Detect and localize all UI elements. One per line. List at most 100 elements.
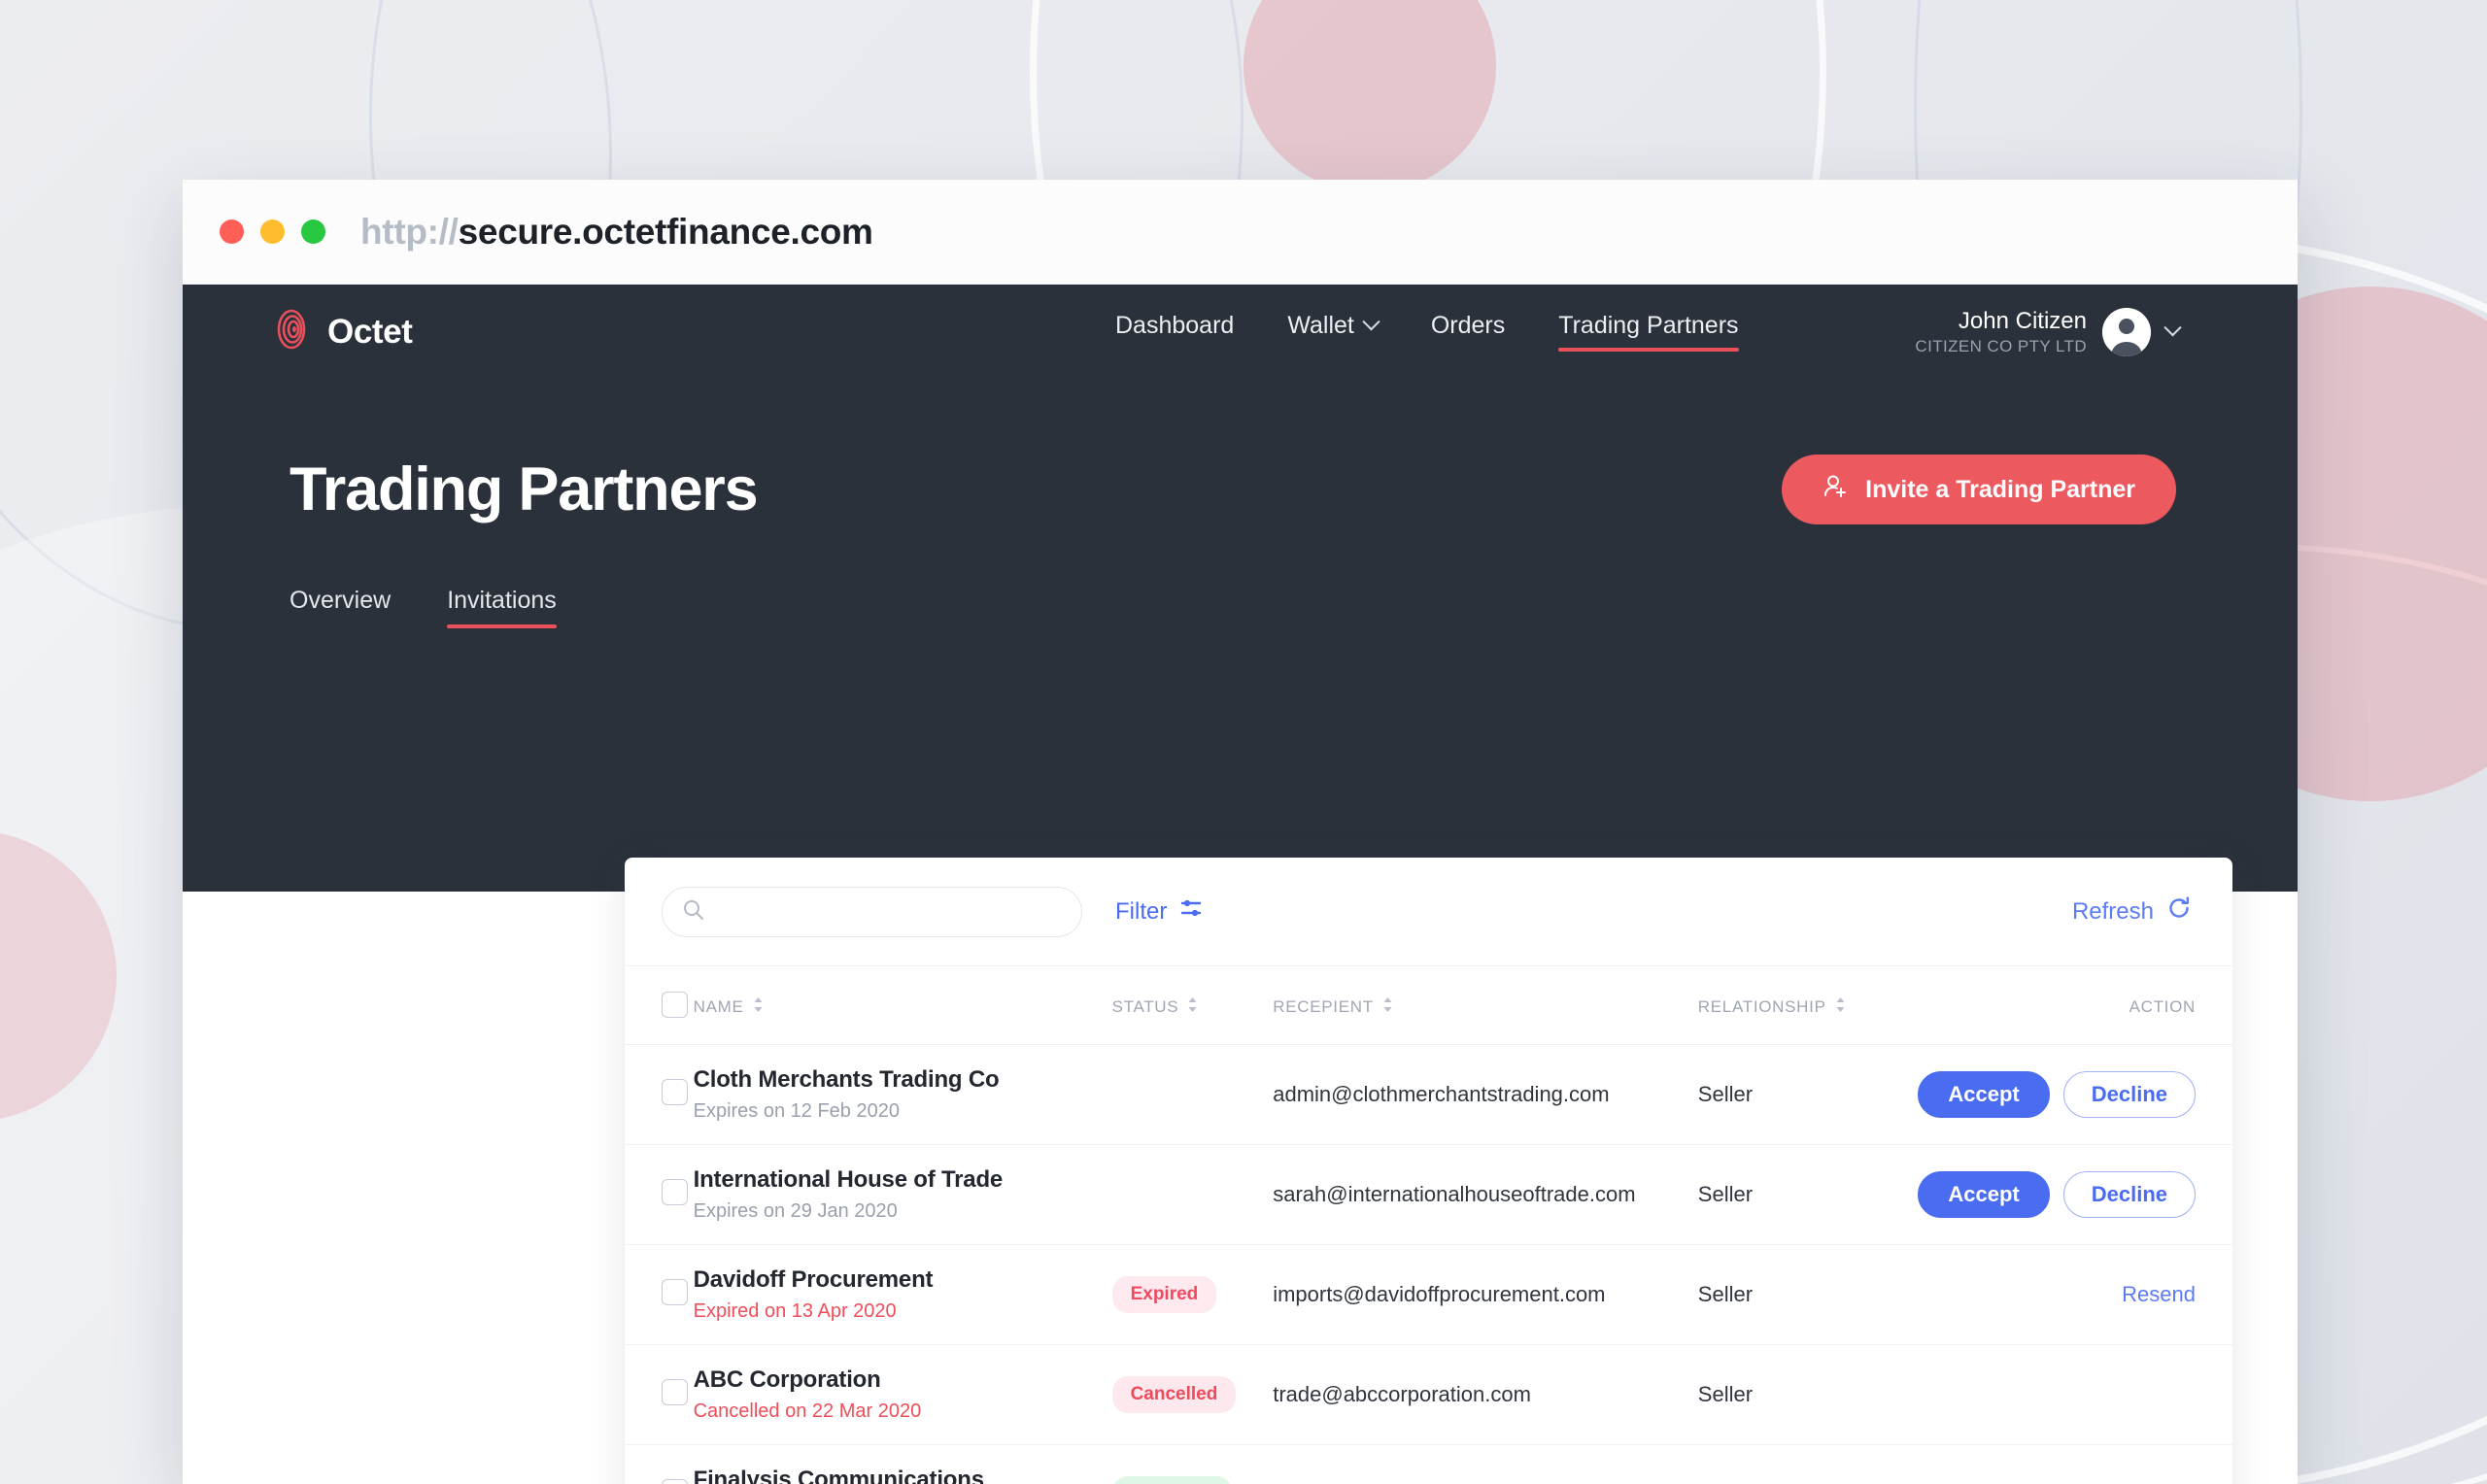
tab-overview-label: Overview [290,587,392,614]
row-checkbox[interactable] [662,1079,688,1105]
row-name-cell: ABC Corporation Cancelled on 22 Mar 2020 [693,1344,1112,1445]
nav-item-dashboard[interactable]: Dashboard [1115,312,1234,352]
avatar[interactable] [2102,307,2151,356]
row-actions: Resend [1918,1282,2196,1307]
partner-subtitle: Cancelled on 22 Mar 2020 [693,1400,922,1422]
row-name-cell: Cloth Merchants Trading Co Expires on 12 … [693,1044,1112,1145]
accept-button[interactable]: Accept [1918,1171,2050,1218]
row-status-cell: Accepted [1111,1444,1274,1484]
sort-icon[interactable] [1382,996,1393,1018]
status-badge: Expired [1111,1276,1217,1313]
url-host: secure.octetfinance.com [458,211,873,252]
tab-invitations[interactable]: Invitations [447,587,557,628]
column-header-recipient[interactable]: RECEPIENT [1273,966,1698,1045]
table-row: ABC Corporation Cancelled on 22 Mar 2020 C… [625,1344,2232,1445]
brand-name: Octet [327,312,413,351]
nav-item-orders[interactable]: Orders [1431,312,1505,352]
tab-overview[interactable]: Overview [290,587,391,628]
decline-button[interactable]: Decline [2062,1171,2196,1218]
partner-name: International House of Trade [693,1166,1004,1193]
row-relationship-cell: Seller [1697,1344,1919,1445]
status-badge: Cancelled [1111,1376,1237,1413]
recipient-email: imports@davidoffprocurement.com [1273,1282,1606,1306]
partner-name: Cloth Merchants Trading Co [693,1066,1000,1093]
search-input[interactable] [716,898,1062,925]
select-all-checkbox[interactable] [662,992,688,1018]
table-row: Finalysis CommunicationsAccepted on 8 Ma… [625,1444,2232,1484]
relationship-value: Seller [1697,1182,1754,1206]
refresh-button[interactable]: Refresh [2072,895,2192,928]
maximize-window-button[interactable] [301,219,325,244]
invitations-card: Filter Refresh NAME STATUS RECEPIENT REL… [625,858,2232,1484]
top-navbar: Octet Dashboard Wallet Orders Trading Pa… [183,285,2298,379]
column-header-status-label: STATUS [1111,997,1179,1016]
sort-icon[interactable] [1835,996,1846,1018]
resend-link[interactable]: Resend [2122,1282,2196,1307]
minimize-window-button[interactable] [260,219,285,244]
table-header-row: NAME STATUS RECEPIENT RELATIONSHIP ACTIO… [625,966,2232,1045]
row-action-cell [1918,1444,2232,1484]
recipient-email: admin@clothmerchantstrading.com [1273,1082,1610,1106]
table-row: International House of Trade Expires on 2… [625,1144,2232,1245]
sort-icon[interactable] [1187,996,1198,1018]
search-icon [682,898,704,926]
octet-spiral-icon [270,308,313,355]
row-select-cell [625,1344,694,1445]
invite-trading-partner-button[interactable]: Invite a Trading Partner [1782,455,2176,524]
refresh-label: Refresh [2071,897,2154,925]
column-header-name-label: NAME [693,997,744,1016]
select-all-header [625,966,694,1045]
relationship-value: Seller [1697,1282,1754,1306]
relationship-value: Seller [1697,1082,1754,1106]
nav-item-dashboard-label: Dashboard [1115,312,1235,339]
partner-subtitle: Expires on 29 Jan 2020 [693,1200,898,1222]
column-header-status[interactable]: STATUS [1112,966,1274,1045]
row-name-cell: International House of Trade Expires on 2… [693,1144,1112,1245]
nav-item-wallet[interactable]: Wallet [1287,312,1380,352]
bg-blob-pink-left [0,830,117,1122]
column-header-relationship[interactable]: RELATIONSHIP [1698,966,1919,1045]
user-menu[interactable]: John Citizen CITIZEN CO PTY LTD [1915,307,2182,356]
filter-button[interactable]: Filter [1115,896,1203,927]
column-header-action-label: ACTION [2129,997,2196,1016]
column-header-relationship-label: RELATIONSHIP [1697,997,1826,1016]
chevron-down-icon [1362,313,1380,331]
accept-button[interactable]: Accept [1918,1071,2050,1118]
nav-item-trading-partners-label: Trading Partners [1558,312,1739,339]
column-header-name[interactable]: NAME [694,966,1112,1045]
row-actions: Accept Decline [1918,1171,2196,1218]
page-title: Trading Partners [290,455,759,523]
browser-window: http://secure.octetfinance.com Octet Das… [183,180,2298,1484]
user-info: John Citizen CITIZEN CO PTY LTD [1915,307,2087,356]
user-menu-chevron-icon[interactable] [2163,319,2182,337]
desktop-background: http://secure.octetfinance.com Octet Das… [0,0,2487,1484]
filter-label: Filter [1115,897,1168,925]
user-organisation: CITIZEN CO PTY LTD [1915,336,2087,355]
column-header-action: ACTION [1918,966,2232,1045]
row-recipient-cell: davesmith@finalisyscommunications.com [1273,1444,1698,1484]
address-bar[interactable]: http://secure.octetfinance.com [360,212,873,253]
row-action-cell: Accept Decline [1918,1044,2232,1145]
partner-name: ABC Corporation [693,1366,881,1393]
add-user-icon [1823,473,1849,506]
search-box[interactable] [662,886,1082,937]
partner-subtitle: Expires on 12 Feb 2020 [693,1100,900,1122]
decline-button[interactable]: Decline [2062,1071,2196,1118]
user-name: John Citizen [1958,307,2087,334]
primary-nav: Dashboard Wallet Orders Trading Partners [1115,312,1739,352]
row-checkbox[interactable] [662,1379,688,1405]
row-select-cell [625,1144,694,1245]
close-window-button[interactable] [220,219,244,244]
relationship-value: Seller [1697,1382,1754,1406]
row-checkbox[interactable] [662,1479,688,1484]
partner-name: Finalysis Communications [693,1467,984,1484]
row-checkbox[interactable] [662,1179,688,1205]
row-select-cell [625,1244,694,1345]
nav-item-trading-partners[interactable]: Trading Partners [1558,312,1739,352]
row-checkbox[interactable] [662,1279,688,1305]
row-status-cell: Cancelled [1111,1344,1274,1445]
card-toolbar: Filter Refresh [625,858,2232,966]
brand-logo[interactable]: Octet [270,308,413,355]
row-select-cell [625,1044,694,1145]
sort-icon[interactable] [753,996,764,1018]
